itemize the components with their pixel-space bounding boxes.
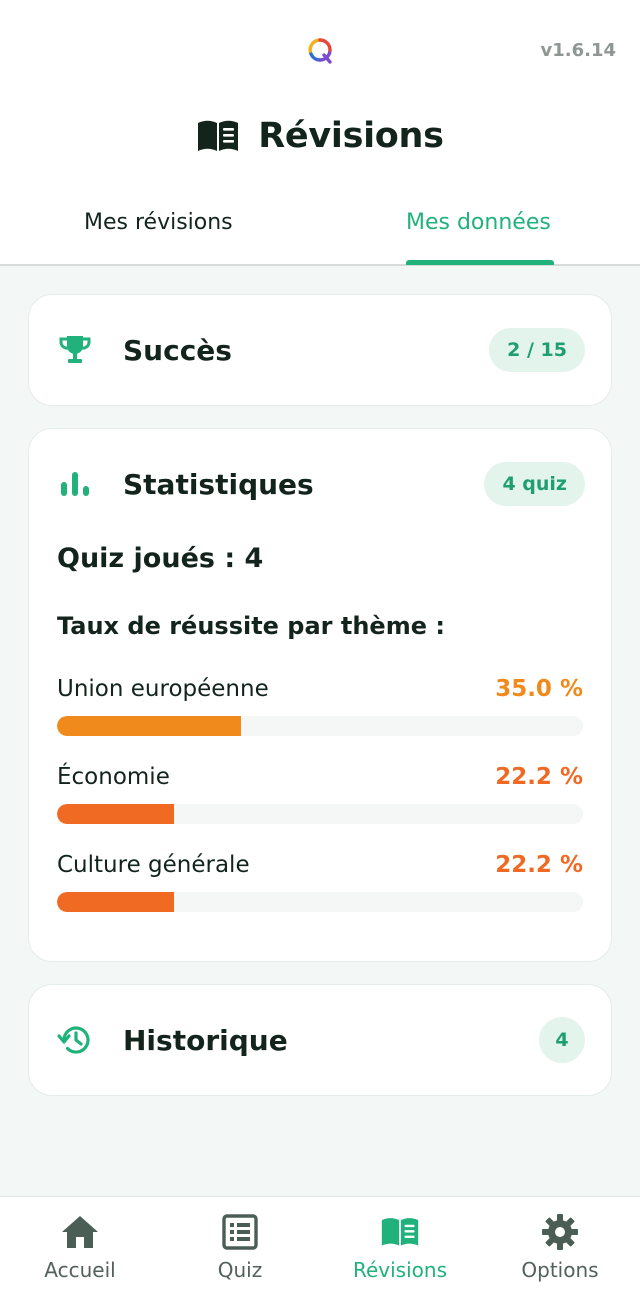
book-icon — [380, 1213, 420, 1251]
bottom-navigation: Accueil Quiz Révisions Options — [0, 1196, 640, 1294]
theme-name: Économie — [57, 764, 170, 790]
statistics-body: Quiz joués : 4 Taux de réussite par thèm… — [57, 539, 583, 912]
home-icon — [60, 1213, 100, 1251]
progress-track — [57, 716, 583, 736]
theme-row-economie: Économie 22.2 % — [57, 764, 583, 824]
statistics-card: Statistiques 4 quiz Quiz joués : 4 Taux … — [28, 428, 612, 962]
page-header: Révisions — [0, 116, 640, 156]
achievements-count-badge: 2 / 15 — [489, 328, 585, 372]
tab-mes-revisions[interactable]: Mes révisions — [84, 210, 233, 235]
active-tab-indicator — [406, 260, 554, 265]
theme-percent: 22.2 % — [495, 764, 583, 790]
nav-label: Quiz — [217, 1258, 263, 1282]
achievements-card: Succès 2 / 15 — [28, 294, 612, 406]
progress-track — [57, 804, 583, 824]
nav-label: Options — [521, 1258, 599, 1282]
nav-options[interactable]: Options — [480, 1197, 640, 1294]
list-icon — [220, 1213, 260, 1251]
history-card: Historique 4 — [28, 984, 612, 1096]
progress-fill — [57, 716, 242, 736]
tab-bar: Mes révisions Mes données — [0, 194, 640, 266]
achievements-header[interactable]: Succès 2 / 15 — [29, 295, 611, 405]
statistics-header[interactable]: Statistiques 4 quiz — [29, 429, 611, 539]
nav-quiz[interactable]: Quiz — [160, 1197, 320, 1294]
history-title: Historique — [123, 1023, 288, 1057]
achievements-title: Succès — [123, 333, 232, 367]
quiz-played-count: Quiz joués : 4 — [57, 543, 264, 574]
trophy-icon — [57, 332, 93, 368]
gear-icon — [540, 1213, 580, 1251]
app-version: v1.6.14 — [540, 40, 616, 61]
book-icon — [198, 120, 239, 151]
theme-row-union-europeenne: Union européenne 35.0 % — [57, 676, 583, 736]
bar-chart-icon — [57, 466, 93, 502]
theme-row-culture-generale: Culture générale 22.2 % — [57, 852, 583, 912]
statistics-quiz-badge: 4 quiz — [484, 462, 585, 506]
nav-revisions[interactable]: Révisions — [320, 1197, 480, 1294]
tab-mes-donnees[interactable]: Mes données — [406, 210, 551, 235]
progress-track — [57, 892, 583, 912]
app-logo-icon — [308, 38, 332, 64]
history-header[interactable]: Historique 4 — [29, 985, 611, 1095]
statistics-title: Statistiques — [123, 467, 314, 501]
nav-label: Accueil — [44, 1258, 116, 1282]
theme-name: Culture générale — [57, 852, 250, 878]
progress-fill — [57, 892, 174, 912]
history-icon — [57, 1022, 93, 1058]
theme-percent: 22.2 % — [495, 852, 583, 878]
success-rate-heading: Taux de réussite par thème : — [57, 612, 445, 640]
history-count-badge: 4 — [539, 1017, 585, 1063]
nav-accueil[interactable]: Accueil — [0, 1197, 160, 1294]
nav-label: Révisions — [352, 1258, 447, 1282]
theme-name: Union européenne — [57, 676, 269, 702]
theme-percent: 35.0 % — [495, 676, 583, 702]
progress-fill — [57, 804, 174, 824]
page-title: Révisions — [258, 116, 444, 156]
top-bar: v1.6.14 Révisions Mes révisions Mes donn… — [0, 0, 640, 266]
